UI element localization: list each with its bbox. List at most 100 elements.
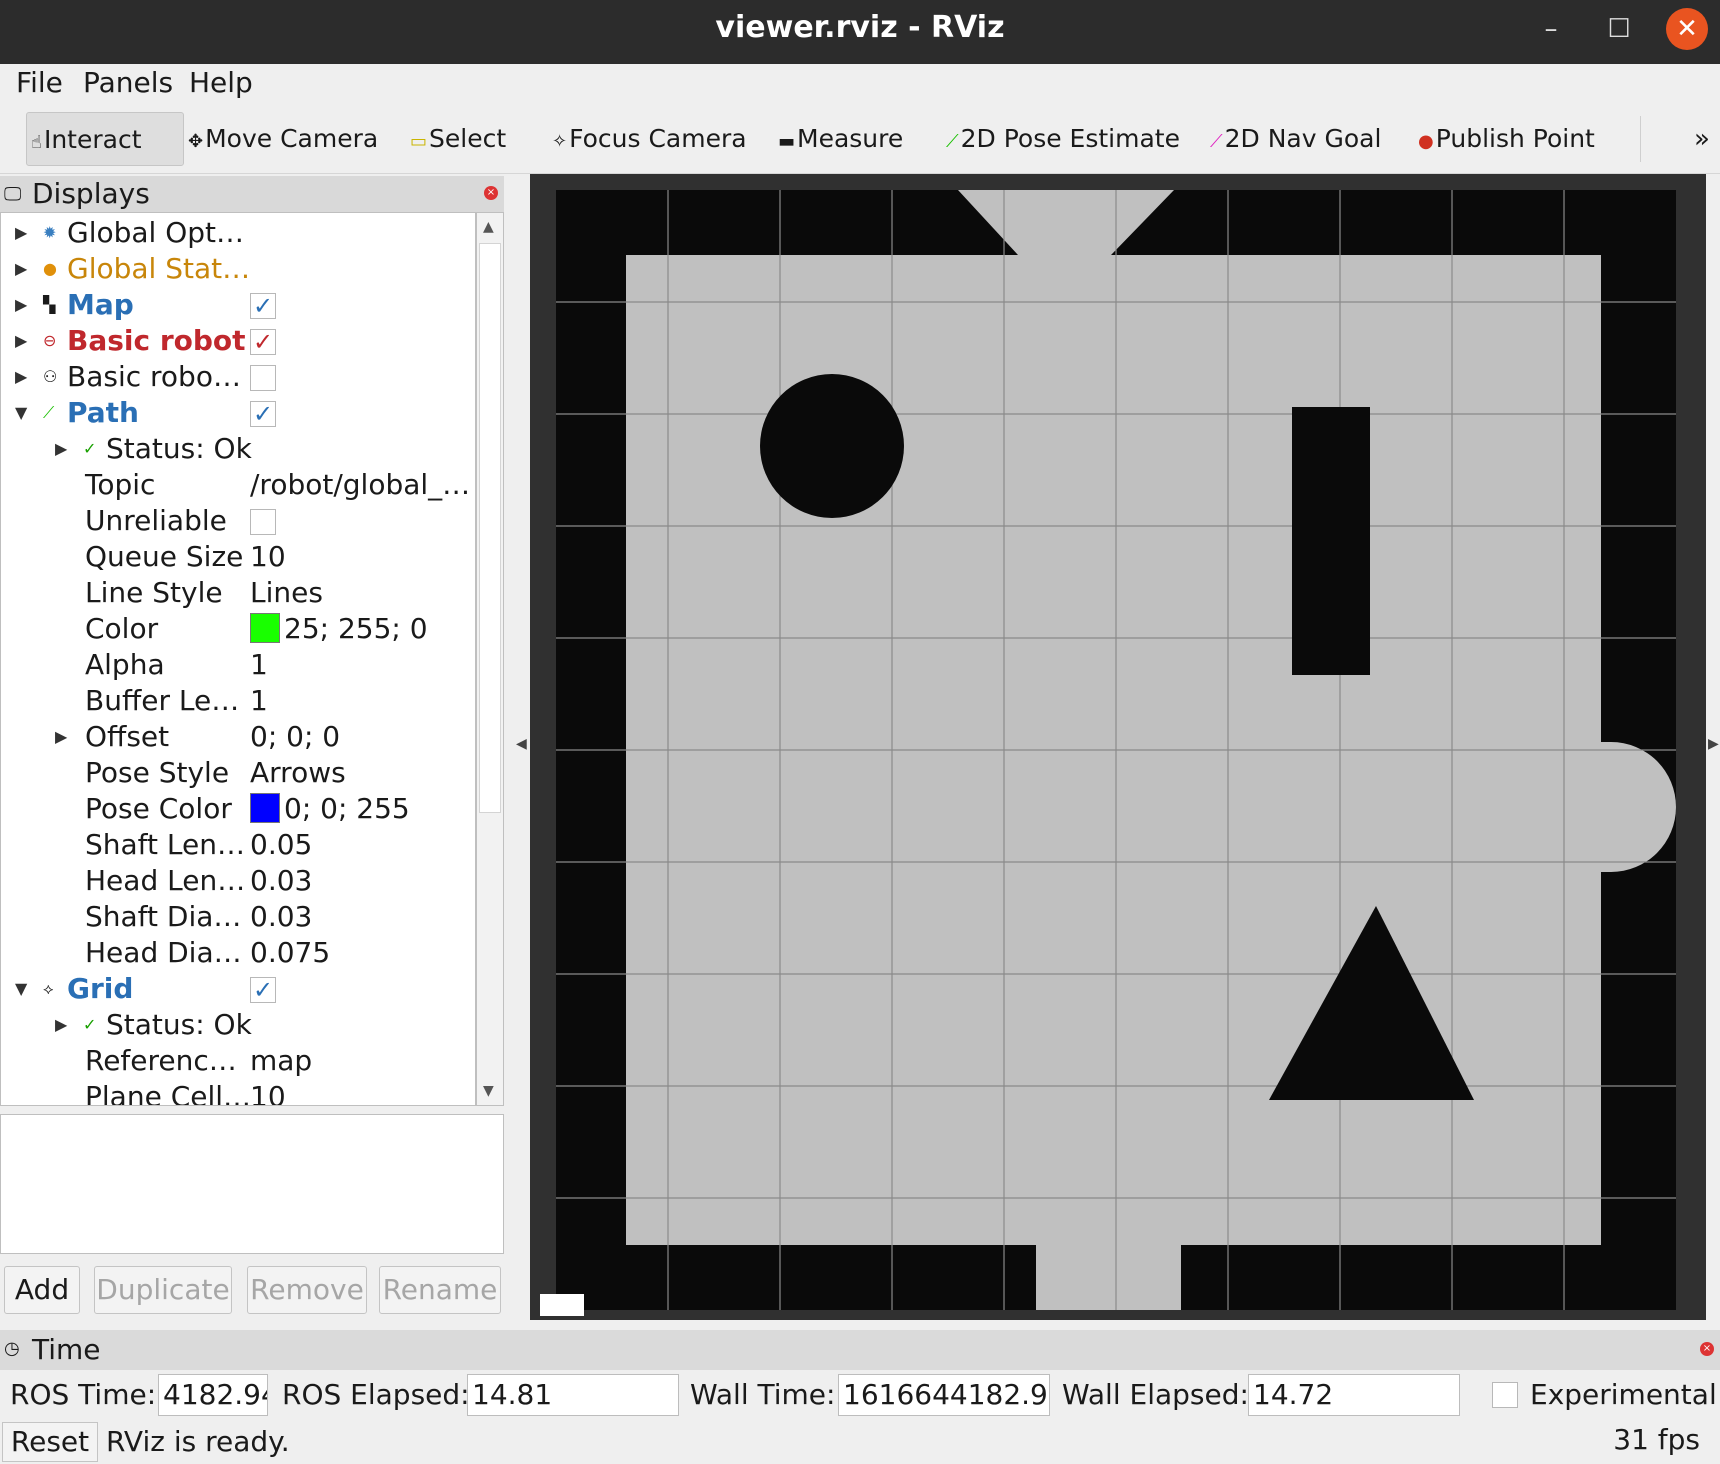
tree-item-path[interactable]: ▼ ⟋ Path ✓ xyxy=(1,395,475,431)
property-description-box xyxy=(0,1114,504,1254)
minimize-icon: – xyxy=(1544,14,1558,44)
color-swatch[interactable] xyxy=(250,613,280,643)
tree-item-global-status[interactable]: ▶ ● Global Stat… xyxy=(1,251,475,287)
ros-time-field[interactable]: 4182.94 xyxy=(158,1374,268,1416)
path-enabled-checkbox[interactable]: ✓ xyxy=(250,401,276,427)
render-viewport[interactable] xyxy=(530,174,1706,1320)
ros-elapsed-field[interactable]: 14.81 xyxy=(467,1374,679,1416)
property-value[interactable]: 10 xyxy=(250,1079,286,1105)
path-shaft-diameter-row[interactable]: Shaft Dia… 0.03 xyxy=(1,899,475,935)
menu-panels[interactable]: Panels xyxy=(83,66,173,99)
path-buffer-length-row[interactable]: Buffer Le… 1 xyxy=(1,683,475,719)
experimental-checkbox[interactable] xyxy=(1492,1382,1518,1408)
expand-arrow-icon[interactable]: ▶ xyxy=(15,323,27,359)
expand-arrow-icon[interactable]: ▶ xyxy=(15,359,27,395)
scrollbar-thumb[interactable] xyxy=(479,243,501,813)
tree-item-grid[interactable]: ▼ ⟡ Grid ✓ xyxy=(1,971,475,1007)
property-value[interactable]: Arrows xyxy=(250,755,346,791)
property-value[interactable]: 0.03 xyxy=(250,863,312,899)
expand-arrow-icon[interactable]: ▶ xyxy=(55,1007,67,1043)
tree-scrollbar[interactable]: ▲ ▼ xyxy=(476,212,504,1106)
path-color-row[interactable]: Color 25; 255; 0 xyxy=(1,611,475,647)
collapse-right-arrow-icon[interactable]: ▶ xyxy=(1708,736,1719,752)
expand-arrow-icon[interactable]: ▶ xyxy=(55,431,67,467)
grid-plane-cell-count-row[interactable]: Plane Cell… 10 xyxy=(1,1079,475,1105)
path-unreliable-row[interactable]: Unreliable xyxy=(1,503,475,539)
maximize-button[interactable]: ☐ xyxy=(1598,8,1640,50)
property-value[interactable]: 0; 0; 0 xyxy=(250,719,340,755)
nav-goal-tool-button[interactable]: ⟋2D Nav Goal xyxy=(1210,112,1381,166)
property-value[interactable]: 0.05 xyxy=(250,827,312,863)
basic-robot-enabled-checkbox[interactable]: ✓ xyxy=(250,329,276,355)
property-value[interactable]: 0.03 xyxy=(250,899,312,935)
unreliable-checkbox[interactable] xyxy=(250,509,276,535)
map-enabled-checkbox[interactable]: ✓ xyxy=(250,293,276,319)
property-value[interactable]: map xyxy=(250,1043,312,1079)
path-status-row[interactable]: ▶ ✓ Status: Ok xyxy=(1,431,475,467)
pose-estimate-tool-button[interactable]: ⟋2D Pose Estimate xyxy=(946,112,1180,166)
close-button[interactable]: ✕ xyxy=(1666,8,1708,50)
publish-point-tool-button[interactable]: ●Publish Point xyxy=(1418,112,1595,166)
path-line-style-row[interactable]: Line Style Lines xyxy=(1,575,475,611)
menu-bar: File Panels Help xyxy=(0,64,1720,106)
path-pose-color-row[interactable]: Pose Color 0; 0; 255 xyxy=(1,791,475,827)
expand-arrow-icon[interactable]: ▶ xyxy=(15,251,27,287)
property-value[interactable]: 0; 0; 255 xyxy=(250,791,410,827)
collapse-arrow-icon[interactable]: ▼ xyxy=(15,395,27,431)
menu-file[interactable]: File xyxy=(16,66,63,99)
duplicate-button[interactable]: Duplicate xyxy=(94,1266,232,1314)
time-close-button[interactable]: × xyxy=(1700,1342,1714,1356)
tree-item-basic-robot[interactable]: ▶ ⊖ Basic robot ✓ xyxy=(1,323,475,359)
publish-point-label: Publish Point xyxy=(1435,124,1595,153)
path-alpha-row[interactable]: Alpha 1 xyxy=(1,647,475,683)
wall-elapsed-field[interactable]: 14.72 xyxy=(1248,1374,1460,1416)
grid-reference-frame-row[interactable]: Referenc… map xyxy=(1,1043,475,1079)
property-value[interactable]: 1 xyxy=(250,683,268,719)
minimize-button[interactable]: – xyxy=(1530,8,1572,50)
toolbar-overflow-button[interactable]: » xyxy=(1694,112,1710,166)
path-head-diameter-row[interactable]: Head Dia… 0.075 xyxy=(1,935,475,971)
nav-goal-label: 2D Nav Goal xyxy=(1224,124,1382,153)
reset-button[interactable]: Reset xyxy=(2,1422,98,1462)
collapse-left-arrow-icon[interactable]: ◀ xyxy=(516,736,527,752)
path-topic-row[interactable]: Topic /robot/global_… xyxy=(1,467,475,503)
grid-enabled-checkbox[interactable]: ✓ xyxy=(250,977,276,1003)
measure-tool-button[interactable]: ▬Measure xyxy=(778,112,903,166)
path-pose-style-row[interactable]: Pose Style Arrows xyxy=(1,755,475,791)
path-shaft-length-row[interactable]: Shaft Len… 0.05 xyxy=(1,827,475,863)
tree-item-global-options[interactable]: ▶ ✹ Global Opt… xyxy=(1,215,475,251)
rename-button[interactable]: Rename xyxy=(379,1266,501,1314)
property-value[interactable]: 1 xyxy=(250,647,268,683)
property-value[interactable]: 10 xyxy=(250,539,286,575)
move-camera-tool-button[interactable]: ✥Move Camera xyxy=(188,112,378,166)
displays-panel-header: 🖵 Displays × xyxy=(0,176,504,212)
scroll-up-icon[interactable]: ▲ xyxy=(483,219,494,235)
add-button[interactable]: Add xyxy=(4,1266,80,1314)
menu-help[interactable]: Help xyxy=(189,66,253,99)
scroll-down-icon[interactable]: ▼ xyxy=(483,1083,494,1099)
remove-button[interactable]: Remove xyxy=(247,1266,367,1314)
expand-arrow-icon[interactable]: ▶ xyxy=(15,287,27,323)
property-value[interactable]: Lines xyxy=(250,575,323,611)
path-head-length-row[interactable]: Head Len… 0.03 xyxy=(1,863,475,899)
grid-icon: ⟡ xyxy=(43,979,54,998)
property-value[interactable]: 25; 255; 0 xyxy=(250,611,428,647)
select-tool-button[interactable]: ▭Select xyxy=(410,112,506,166)
pose-color-swatch[interactable] xyxy=(250,793,280,823)
property-value[interactable]: /robot/global_… xyxy=(250,467,470,503)
basic-robot-2-enabled-checkbox[interactable] xyxy=(250,365,276,391)
path-queue-size-row[interactable]: Queue Size 10 xyxy=(1,539,475,575)
property-value[interactable]: 0.075 xyxy=(250,935,330,971)
wall-time-field[interactable]: 1616644182.97 xyxy=(838,1374,1050,1416)
displays-close-button[interactable]: × xyxy=(484,186,498,200)
tree-item-map[interactable]: ▶ ▚ Map ✓ xyxy=(1,287,475,323)
path-offset-row[interactable]: ▶ Offset 0; 0; 0 xyxy=(1,719,475,755)
interact-tool-button[interactable]: ☝Interact xyxy=(26,112,184,166)
displays-tree[interactable]: ▶ ✹ Global Opt… ▶ ● Global Stat… ▶ ▚ Map… xyxy=(0,212,476,1106)
expand-arrow-icon[interactable]: ▶ xyxy=(55,719,67,755)
expand-arrow-icon[interactable]: ▶ xyxy=(15,215,27,251)
tree-item-basic-robot-2[interactable]: ▶ ⚇ Basic robo… xyxy=(1,359,475,395)
collapse-arrow-icon[interactable]: ▼ xyxy=(15,971,27,1007)
focus-camera-tool-button[interactable]: ✧Focus Camera xyxy=(552,112,747,166)
grid-status-row[interactable]: ▶ ✓ Status: Ok xyxy=(1,1007,475,1043)
